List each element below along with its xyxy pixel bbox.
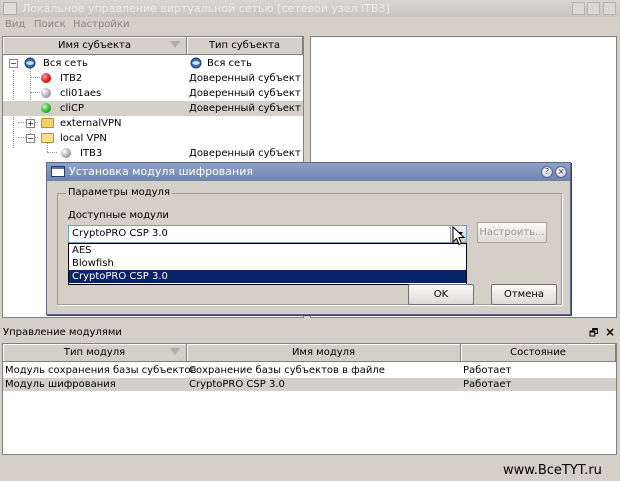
dropdown-option-blowfish[interactable]: Blowfish <box>69 257 466 270</box>
sort-indicator-icon <box>170 41 180 48</box>
col-header-module-type[interactable]: Тип модуля <box>3 344 187 362</box>
grey-status-icon <box>61 148 71 158</box>
module-type-cell: Модуль сохранения базы субъектов <box>5 365 197 376</box>
tree-item-label: cliCP <box>60 103 85 114</box>
menu-view[interactable]: Вид <box>5 19 25 30</box>
modules-dock-title: Управление модулями 🗗 × <box>0 325 620 341</box>
main-title-bar: Локальное управление виртуальной сетью [… <box>0 0 620 17</box>
tree-row-localvpn[interactable]: − local VPN <box>3 131 303 146</box>
tree-item-label: ITB2 <box>60 73 83 84</box>
menu-bar: Вид Поиск Настройки <box>0 17 620 35</box>
module-select[interactable]: CryptoPRO CSP 3.0 <box>68 225 467 243</box>
modules-dock-label: Управление модулями <box>3 327 122 338</box>
module-state-cell: Работает <box>463 379 512 390</box>
ok-button[interactable]: OK <box>408 284 474 305</box>
module-type-cell: Модуль шифрования <box>5 379 116 390</box>
tree-row-itb2[interactable]: ITB2 Доверенный субъект <box>3 71 303 86</box>
tree-row-clicp[interactable]: cliCP Доверенный субъект <box>3 101 303 116</box>
help-button[interactable]: ? <box>541 166 553 178</box>
tree-item-label: externalVPN <box>60 118 122 129</box>
dialog-title-bar[interactable]: Установка модуля шифрования ? × <box>47 163 570 181</box>
main-window-title: Локальное управление виртуальной сетью [… <box>22 2 390 15</box>
tree-item-label: ITB3 <box>80 148 103 159</box>
module-name-cell: Сохранение базы субъектов в файле <box>189 365 385 376</box>
sort-indicator-icon <box>170 348 180 355</box>
network-globe-icon <box>190 57 202 69</box>
col-header-subject-type[interactable]: Тип субъекта <box>187 37 303 55</box>
open-folder-icon <box>41 133 54 143</box>
app-icon <box>3 2 17 15</box>
tree-row-cli01aes[interactable]: cli01aes Доверенный субъект <box>3 86 303 101</box>
col-header-module-state[interactable]: Состояние <box>461 344 616 362</box>
menu-settings[interactable]: Настройки <box>73 19 129 30</box>
module-dropdown-list[interactable]: AES Blowfish CryptoPRO CSP 3.0 <box>68 243 467 285</box>
table-row[interactable]: Модуль шифрования CryptoPRO CSP 3.0 Рабо… <box>3 378 616 391</box>
collapse-icon[interactable]: − <box>26 134 35 143</box>
tree-item-type: Доверенный субъект <box>189 148 301 159</box>
grey-status-icon <box>41 88 51 98</box>
expand-icon[interactable]: + <box>26 119 35 128</box>
encryption-module-dialog: Установка модуля шифрования ? × Параметр… <box>46 162 571 315</box>
close-button[interactable] <box>603 2 616 15</box>
dropdown-option-aes[interactable]: AES <box>69 244 466 257</box>
table-row[interactable]: Модуль сохранения базы субъектов Сохране… <box>3 364 616 377</box>
tree-row-itb3[interactable]: ITB3 Доверенный субъект <box>3 146 303 161</box>
green-status-icon <box>41 103 51 113</box>
mouse-cursor-icon <box>452 226 466 246</box>
tree-item-label: Вся сеть <box>43 58 88 69</box>
collapse-icon[interactable]: − <box>9 59 18 68</box>
module-state-cell: Работает <box>463 365 512 376</box>
close-dock-icon[interactable]: × <box>605 325 615 339</box>
col-header-subject-name[interactable]: Имя субъекта <box>3 37 187 55</box>
tree-item-type: Доверенный субъект <box>189 73 301 84</box>
tree-item-type: Доверенный субъект <box>189 103 301 114</box>
red-status-icon <box>41 73 51 83</box>
maximize-button[interactable] <box>587 2 600 15</box>
cancel-button[interactable]: Отмена <box>491 284 557 305</box>
available-modules-label: Доступные модули <box>68 210 169 221</box>
dialog-close-button[interactable]: × <box>555 166 567 178</box>
minimize-button[interactable] <box>572 2 585 15</box>
window-icon <box>51 166 65 177</box>
col-header-module-name[interactable]: Имя модуля <box>187 344 461 362</box>
configure-button[interactable]: Настроить... <box>477 222 547 243</box>
folder-icon <box>41 118 54 128</box>
float-dock-icon[interactable]: 🗗 <box>589 326 598 343</box>
group-title: Параметры модуля <box>66 187 172 198</box>
dropdown-option-cryptopro[interactable]: CryptoPRO CSP 3.0 <box>69 270 466 283</box>
menu-search[interactable]: Поиск <box>34 19 66 30</box>
tree-row-whole-network[interactable]: − Вся сеть Вся сеть <box>3 56 303 71</box>
dialog-title: Установка модуля шифрования <box>69 165 253 178</box>
tree-item-type: Вся сеть <box>207 58 252 69</box>
tree-item-label: cli01aes <box>60 88 102 99</box>
watermark-text: www.BceTYT.ru <box>503 463 602 478</box>
tree-item-label: local VPN <box>60 133 107 144</box>
modules-table[interactable]: Тип модуля Имя модуля Состояние Модуль с… <box>2 343 617 455</box>
tree-item-type: Доверенный субъект <box>189 88 301 99</box>
module-select-value: CryptoPRO CSP 3.0 <box>72 228 168 239</box>
network-globe-icon <box>24 57 36 69</box>
tree-row-externalvpn[interactable]: + externalVPN <box>3 116 303 131</box>
module-name-cell: CryptoPRO CSP 3.0 <box>189 379 285 390</box>
